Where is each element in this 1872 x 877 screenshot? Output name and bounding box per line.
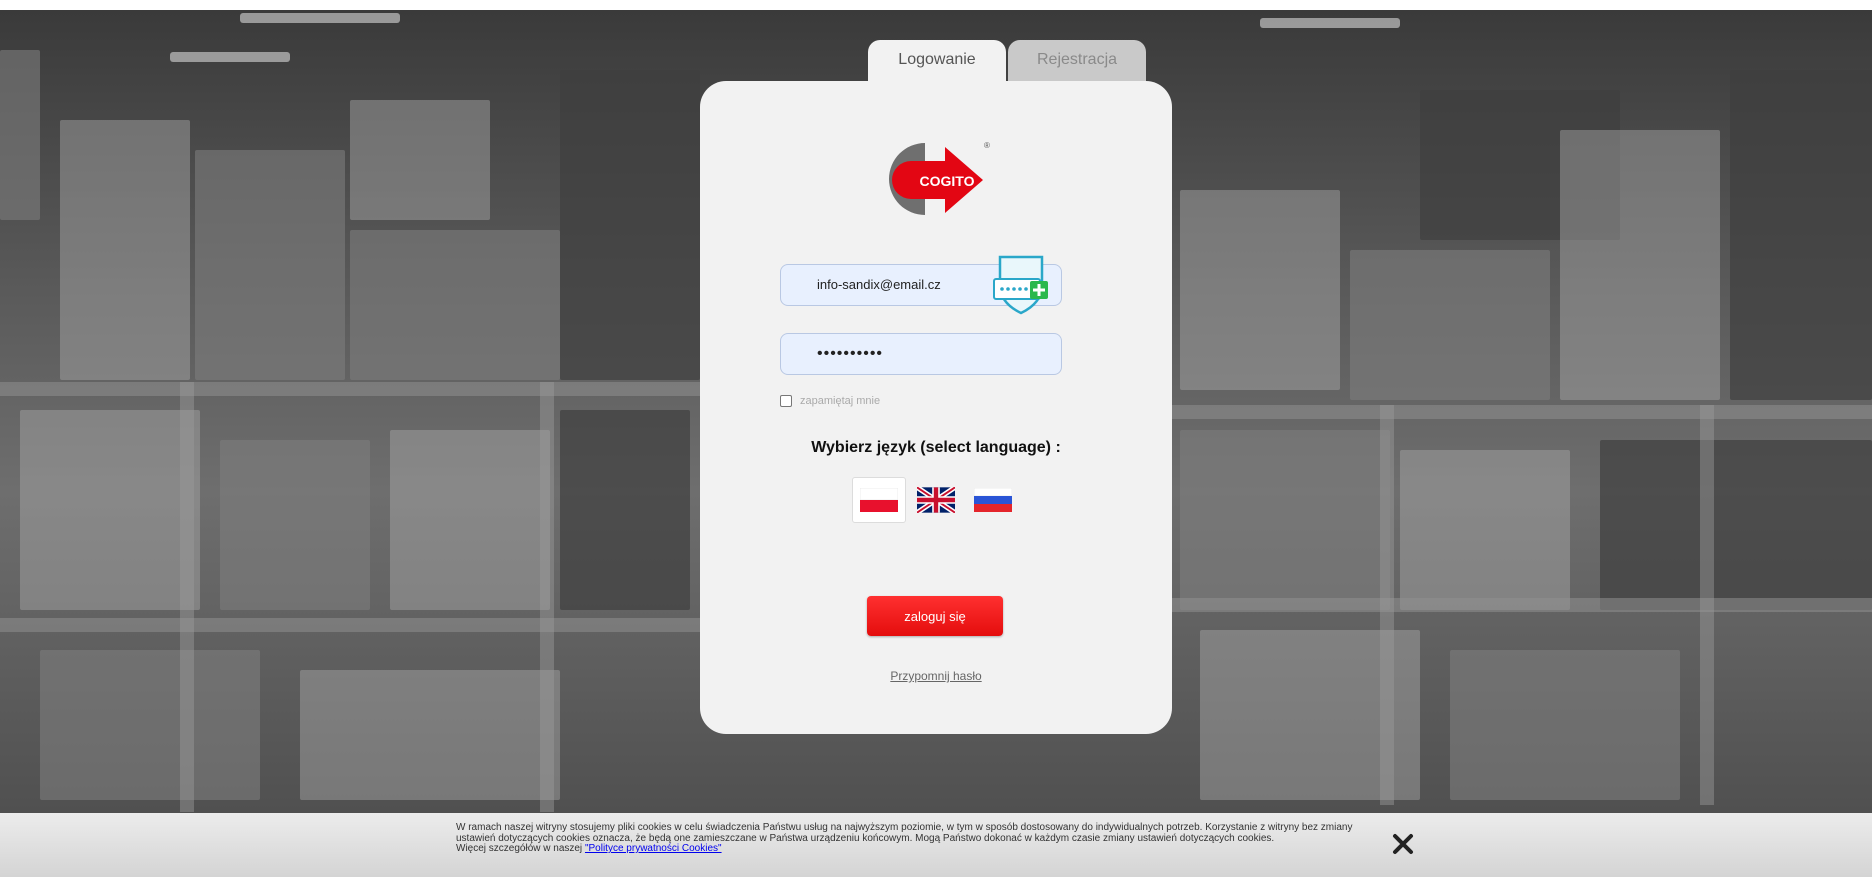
- uk-flag-icon: [917, 487, 955, 513]
- logo-text: COGITO: [920, 173, 975, 189]
- password-field[interactable]: ••••••••••: [780, 333, 1062, 375]
- remember-me[interactable]: zapamiętaj mnie: [780, 393, 880, 409]
- registered-mark: ®: [984, 141, 990, 150]
- remember-me-label: zapamiętaj mnie: [800, 395, 881, 407]
- cookie-policy-link[interactable]: "Polityce prywatności Cookies": [585, 843, 722, 854]
- close-icon[interactable]: [1390, 831, 1416, 857]
- russia-flag-icon: [974, 488, 1012, 512]
- login-button[interactable]: zaloguj się: [867, 596, 1003, 636]
- cookie-text: W ramach naszej witryny stosujemy pliki …: [456, 822, 1356, 855]
- login-card: COGITO ® info-sandix@email.cz ••••••••••…: [700, 81, 1172, 734]
- top-bar: [0, 0, 1872, 10]
- tab-register[interactable]: Rejestracja: [1008, 40, 1146, 82]
- cogito-logo: COGITO ®: [889, 141, 990, 215]
- cookie-more-prefix: Więcej szczegółów w naszej: [456, 843, 583, 854]
- language-option-ru[interactable]: [966, 477, 1020, 523]
- cookie-message: W ramach naszej witryny stosujemy pliki …: [456, 822, 1353, 844]
- language-option-en[interactable]: [909, 477, 963, 523]
- password-manager-add-icon[interactable]: [992, 253, 1050, 315]
- remember-me-checkbox[interactable]: [780, 395, 792, 407]
- poland-flag-icon: [860, 488, 898, 512]
- cookie-bar: W ramach naszej witryny stosujemy pliki …: [0, 813, 1872, 877]
- language-option-pl[interactable]: [852, 477, 906, 523]
- tab-login[interactable]: Logowanie: [868, 40, 1006, 82]
- forgot-password-link[interactable]: Przypomnij hasło: [700, 669, 1172, 683]
- language-title: Wybierz język (select language) :: [811, 439, 1061, 456]
